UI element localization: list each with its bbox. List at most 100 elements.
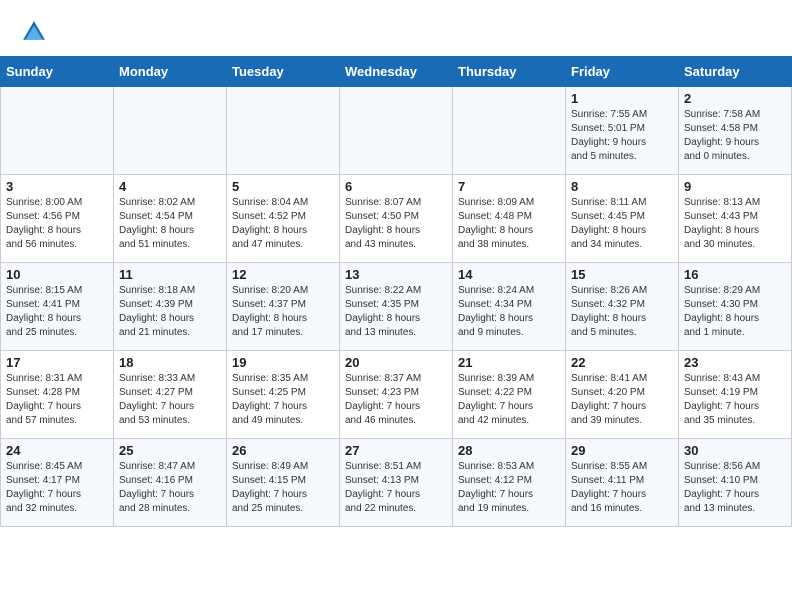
day-info: Sunrise: 8:56 AM Sunset: 4:10 PM Dayligh… — [684, 460, 786, 516]
day-number: 2 — [684, 91, 786, 106]
page-header — [0, 0, 792, 56]
day-info: Sunrise: 8:33 AM Sunset: 4:27 PM Dayligh… — [119, 372, 221, 428]
calendar-cell: 8 Sunrise: 8:11 AM Sunset: 4:45 PM Daylig… — [566, 175, 679, 263]
calendar-cell: 14 Sunrise: 8:24 AM Sunset: 4:34 PM Dayli… — [453, 263, 566, 351]
calendar-cell: 11 Sunrise: 8:18 AM Sunset: 4:39 PM Dayli… — [114, 263, 227, 351]
day-number: 15 — [571, 267, 673, 282]
day-info: Sunrise: 8:31 AM Sunset: 4:28 PM Dayligh… — [6, 372, 108, 428]
day-number: 6 — [345, 179, 447, 194]
day-info: Sunrise: 8:13 AM Sunset: 4:43 PM Dayligh… — [684, 196, 786, 252]
calendar-week-2: 3 Sunrise: 8:00 AM Sunset: 4:56 PM Daylig… — [1, 175, 792, 263]
calendar-cell: 28 Sunrise: 8:53 AM Sunset: 4:12 PM Dayli… — [453, 439, 566, 527]
day-number: 17 — [6, 355, 108, 370]
day-number: 25 — [119, 443, 221, 458]
day-number: 29 — [571, 443, 673, 458]
day-number: 24 — [6, 443, 108, 458]
calendar-cell: 9 Sunrise: 8:13 AM Sunset: 4:43 PM Daylig… — [679, 175, 792, 263]
day-info: Sunrise: 8:53 AM Sunset: 4:12 PM Dayligh… — [458, 460, 560, 516]
day-info: Sunrise: 7:58 AM Sunset: 4:58 PM Dayligh… — [684, 108, 786, 164]
calendar-cell: 20Sunrise: 8:37 AM Sunset: 4:23 PM Dayli… — [340, 351, 453, 439]
weekday-header-monday: Monday — [114, 57, 227, 87]
calendar-week-3: 10 Sunrise: 8:15 AM Sunset: 4:41 PM Dayli… — [1, 263, 792, 351]
day-number: 16 — [684, 267, 786, 282]
day-info: Sunrise: 8:09 AM Sunset: 4:48 PM Dayligh… — [458, 196, 560, 252]
day-number: 4 — [119, 179, 221, 194]
day-number: 23 — [684, 355, 786, 370]
calendar-body: 1 Sunrise: 7:55 AM Sunset: 5:01 PM Daylig… — [1, 87, 792, 527]
calendar-cell: 2 Sunrise: 7:58 AM Sunset: 4:58 PM Daylig… — [679, 87, 792, 175]
day-info: Sunrise: 8:22 AM Sunset: 4:35 PM Dayligh… — [345, 284, 447, 340]
calendar-week-4: 17 Sunrise: 8:31 AM Sunset: 4:28 PM Dayli… — [1, 351, 792, 439]
day-info: Sunrise: 8:49 AM Sunset: 4:15 PM Dayligh… — [232, 460, 334, 516]
calendar-week-5: 24 Sunrise: 8:45 AM Sunset: 4:17 PM Dayli… — [1, 439, 792, 527]
calendar-cell: 12 Sunrise: 8:20 AM Sunset: 4:37 PM Dayli… — [227, 263, 340, 351]
day-info: Sunrise: 8:15 AM Sunset: 4:41 PM Dayligh… — [6, 284, 108, 340]
day-number: 9 — [684, 179, 786, 194]
day-info: Sunrise: 8:51 AM Sunset: 4:13 PM Dayligh… — [345, 460, 447, 516]
calendar-cell: 16 Sunrise: 8:29 AM Sunset: 4:30 PM Dayli… — [679, 263, 792, 351]
day-info: Sunrise: 8:29 AM Sunset: 4:30 PM Dayligh… — [684, 284, 786, 340]
day-number: 22 — [571, 355, 673, 370]
calendar-week-1: 1 Sunrise: 7:55 AM Sunset: 5:01 PM Daylig… — [1, 87, 792, 175]
weekday-header-saturday: Saturday — [679, 57, 792, 87]
calendar-cell: 13Sunrise: 8:22 AM Sunset: 4:35 PM Dayli… — [340, 263, 453, 351]
day-number: 28 — [458, 443, 560, 458]
logo-icon — [20, 18, 48, 46]
calendar-cell: 10 Sunrise: 8:15 AM Sunset: 4:41 PM Dayli… — [1, 263, 114, 351]
logo — [20, 18, 52, 46]
weekday-header-row: SundayMondayTuesdayWednesdayThursdayFrid… — [1, 57, 792, 87]
day-info: Sunrise: 8:41 AM Sunset: 4:20 PM Dayligh… — [571, 372, 673, 428]
calendar-cell: 21Sunrise: 8:39 AM Sunset: 4:22 PM Dayli… — [453, 351, 566, 439]
calendar-cell — [340, 87, 453, 175]
day-number: 12 — [232, 267, 334, 282]
calendar-cell: 4 Sunrise: 8:02 AM Sunset: 4:54 PM Daylig… — [114, 175, 227, 263]
calendar-cell: 27 Sunrise: 8:51 AM Sunset: 4:13 PM Dayli… — [340, 439, 453, 527]
weekday-header-tuesday: Tuesday — [227, 57, 340, 87]
calendar-cell: 5 Sunrise: 8:04 AM Sunset: 4:52 PM Daylig… — [227, 175, 340, 263]
calendar-cell: 22 Sunrise: 8:41 AM Sunset: 4:20 PM Dayli… — [566, 351, 679, 439]
day-info: Sunrise: 8:43 AM Sunset: 4:19 PM Dayligh… — [684, 372, 786, 428]
calendar-cell: 15 Sunrise: 8:26 AM Sunset: 4:32 PM Dayli… — [566, 263, 679, 351]
day-number: 10 — [6, 267, 108, 282]
day-info: Sunrise: 8:18 AM Sunset: 4:39 PM Dayligh… — [119, 284, 221, 340]
day-number: 14 — [458, 267, 560, 282]
day-info: Sunrise: 8:55 AM Sunset: 4:11 PM Dayligh… — [571, 460, 673, 516]
calendar-cell — [114, 87, 227, 175]
calendar-cell: 7Sunrise: 8:09 AM Sunset: 4:48 PM Daylig… — [453, 175, 566, 263]
day-number: 27 — [345, 443, 447, 458]
weekday-header-sunday: Sunday — [1, 57, 114, 87]
day-info: Sunrise: 7:55 AM Sunset: 5:01 PM Dayligh… — [571, 108, 673, 164]
day-number: 19 — [232, 355, 334, 370]
day-number: 3 — [6, 179, 108, 194]
weekday-header-wednesday: Wednesday — [340, 57, 453, 87]
day-number: 1 — [571, 91, 673, 106]
weekday-header-thursday: Thursday — [453, 57, 566, 87]
day-info: Sunrise: 8:07 AM Sunset: 4:50 PM Dayligh… — [345, 196, 447, 252]
day-info: Sunrise: 8:20 AM Sunset: 4:37 PM Dayligh… — [232, 284, 334, 340]
calendar-cell: 3 Sunrise: 8:00 AM Sunset: 4:56 PM Daylig… — [1, 175, 114, 263]
day-info: Sunrise: 8:04 AM Sunset: 4:52 PM Dayligh… — [232, 196, 334, 252]
day-info: Sunrise: 8:35 AM Sunset: 4:25 PM Dayligh… — [232, 372, 334, 428]
calendar-cell: 18Sunrise: 8:33 AM Sunset: 4:27 PM Dayli… — [114, 351, 227, 439]
day-number: 11 — [119, 267, 221, 282]
day-info: Sunrise: 8:45 AM Sunset: 4:17 PM Dayligh… — [6, 460, 108, 516]
day-number: 30 — [684, 443, 786, 458]
calendar-cell: 25 Sunrise: 8:47 AM Sunset: 4:16 PM Dayli… — [114, 439, 227, 527]
calendar-cell — [227, 87, 340, 175]
calendar-cell: 24 Sunrise: 8:45 AM Sunset: 4:17 PM Dayli… — [1, 439, 114, 527]
day-info: Sunrise: 8:00 AM Sunset: 4:56 PM Dayligh… — [6, 196, 108, 252]
calendar-cell — [453, 87, 566, 175]
day-number: 20 — [345, 355, 447, 370]
day-info: Sunrise: 8:39 AM Sunset: 4:22 PM Dayligh… — [458, 372, 560, 428]
day-info: Sunrise: 8:11 AM Sunset: 4:45 PM Dayligh… — [571, 196, 673, 252]
day-number: 8 — [571, 179, 673, 194]
calendar-cell: 1 Sunrise: 7:55 AM Sunset: 5:01 PM Daylig… — [566, 87, 679, 175]
calendar-cell — [1, 87, 114, 175]
day-info: Sunrise: 8:24 AM Sunset: 4:34 PM Dayligh… — [458, 284, 560, 340]
day-info: Sunrise: 8:02 AM Sunset: 4:54 PM Dayligh… — [119, 196, 221, 252]
day-info: Sunrise: 8:47 AM Sunset: 4:16 PM Dayligh… — [119, 460, 221, 516]
calendar-cell: 17 Sunrise: 8:31 AM Sunset: 4:28 PM Dayli… — [1, 351, 114, 439]
day-info: Sunrise: 8:26 AM Sunset: 4:32 PM Dayligh… — [571, 284, 673, 340]
day-number: 5 — [232, 179, 334, 194]
calendar-cell: 29 Sunrise: 8:55 AM Sunset: 4:11 PM Dayli… — [566, 439, 679, 527]
